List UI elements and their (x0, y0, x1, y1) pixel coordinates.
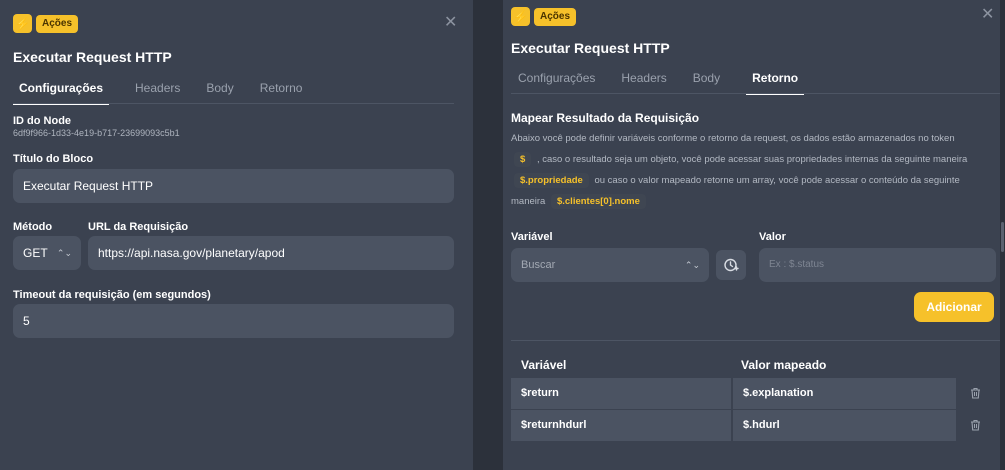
chevron-updown-icon: ⌃⌄ (684, 260, 700, 270)
mapping-description: Abaixo você pode definir variáveis confo… (511, 128, 976, 212)
scrollbar-thumb[interactable] (1001, 222, 1004, 252)
value-label: Valor (759, 231, 786, 243)
node-id-value: 6df9f966-1d33-4e19-b717-23699093c5b1 (13, 128, 180, 138)
chevron-updown-icon: ⌃⌄ (56, 248, 72, 258)
panel-title: Executar Request HTTP (13, 49, 172, 65)
token-code: $ (514, 152, 532, 167)
description-text-2: , caso o resultado seja um objeto, você … (536, 154, 968, 165)
variable-label: Variável (511, 231, 553, 243)
add-button[interactable]: Adicionar (914, 292, 994, 322)
tab-headers[interactable]: Headers (621, 69, 666, 95)
lightning-icon: ⚡ (511, 7, 530, 26)
tab-bar: Configurações Headers Body Retorno (13, 79, 328, 105)
method-value: GET (23, 246, 48, 260)
tab-retorno[interactable]: Retorno (260, 79, 303, 105)
trash-icon (970, 387, 980, 399)
url-label: URL da Requisição (88, 221, 189, 233)
array-code: $.clientes[0].nome (550, 194, 646, 209)
method-label: Método (13, 221, 53, 233)
tab-configuracoes[interactable]: Configurações (518, 69, 595, 95)
variable-select[interactable]: Buscar ⌃⌄ (511, 248, 709, 282)
clock-add-button[interactable] (716, 250, 746, 280)
timeout-input[interactable]: 5 (13, 304, 454, 338)
tab-retorno[interactable]: Retorno (746, 69, 805, 95)
close-icon[interactable]: ✕ (444, 15, 457, 31)
node-id-label: ID do Node (13, 115, 72, 127)
right-panel: ⚡ Ações ✕ Executar Request HTTP Configur… (503, 0, 1000, 470)
variable-select-value: Buscar (521, 259, 556, 271)
tab-divider (13, 103, 454, 104)
tab-configuracoes[interactable]: Configurações (13, 79, 110, 105)
delete-row-button[interactable] (961, 377, 989, 408)
method-select[interactable]: GET ⌃⌄ (13, 236, 81, 270)
table-header-variable: Variável (521, 358, 567, 372)
row-value-cell: $.hdurl (733, 410, 956, 441)
description-text-1: Abaixo você pode definir variáveis confo… (511, 133, 955, 144)
delete-row-button[interactable] (961, 409, 989, 440)
tab-body[interactable]: Body (206, 79, 233, 105)
table-header-value: Valor mapeado (741, 358, 827, 372)
row-value-cell: $.explanation (733, 378, 956, 409)
trash-icon (970, 419, 980, 431)
close-icon[interactable]: ✕ (981, 7, 994, 23)
tab-divider (511, 93, 1000, 94)
property-code: $.propriedade (514, 173, 589, 188)
value-input[interactable]: Ex : $.status (759, 248, 996, 282)
tab-headers[interactable]: Headers (135, 79, 180, 105)
lightning-icon: ⚡ (13, 14, 32, 33)
url-input[interactable]: https://api.nasa.gov/planetary/apod (88, 236, 454, 270)
tab-body[interactable]: Body (693, 69, 720, 95)
left-panel: ⚡ Ações ✕ Executar Request HTTP Configur… (0, 0, 473, 470)
tab-bar: Configurações Headers Body Retorno (518, 69, 830, 95)
block-title-label: Título do Bloco (13, 153, 94, 165)
actions-badge: Ações (36, 15, 79, 33)
section-divider (511, 340, 1000, 341)
clock-plus-icon (724, 258, 739, 272)
panel-title: Executar Request HTTP (511, 40, 670, 56)
row-variable-cell: $return (511, 378, 731, 409)
panel-gap (473, 0, 503, 470)
actions-badge: Ações (534, 8, 577, 26)
timeout-label: Timeout da requisição (em segundos) (13, 289, 211, 301)
row-variable-cell: $returnhdurl (511, 410, 731, 441)
block-title-input[interactable]: Executar Request HTTP (13, 169, 454, 203)
section-title: Mapear Resultado da Requisição (511, 111, 700, 125)
